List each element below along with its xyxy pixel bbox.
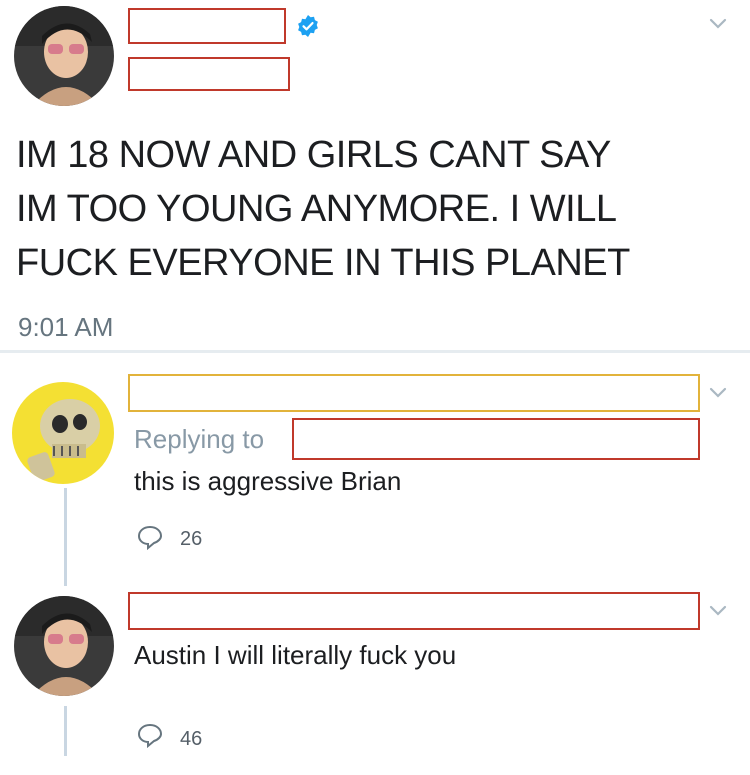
replying-to-label: Replying to	[134, 424, 265, 454]
reply-count: 26	[180, 528, 203, 550]
reply-avatar-skeleton[interactable]	[12, 382, 114, 484]
tweet-text: IM 18 NOW AND GIRLS CANT SAY IM TOO YOUN…	[16, 134, 630, 284]
replying-to-handle-redacted	[292, 418, 700, 460]
author-name-redacted	[128, 8, 286, 44]
author-handle-redacted	[128, 57, 290, 91]
reply-text: this is aggressive Brian	[134, 466, 402, 496]
author-avatar[interactable]	[14, 6, 114, 106]
reply-avatar[interactable]	[14, 596, 114, 696]
reply-bubble-icon[interactable]	[136, 722, 164, 748]
reply-bubble-icon[interactable]	[136, 524, 164, 550]
reply-author-redacted	[128, 592, 700, 630]
divider	[0, 350, 750, 353]
thread-line	[64, 706, 67, 756]
chevron-down-icon[interactable]	[708, 604, 728, 618]
chevron-down-icon[interactable]	[708, 17, 728, 31]
reply-author-redacted	[128, 374, 700, 412]
verified-badge-icon	[298, 15, 318, 37]
reply-text: Austin I will literally fuck you	[134, 640, 457, 670]
thread-line	[64, 488, 67, 586]
chevron-down-icon[interactable]	[708, 386, 728, 400]
reply-count: 46	[180, 728, 203, 750]
tweet-timestamp[interactable]: 9:01 AM	[18, 312, 113, 343]
